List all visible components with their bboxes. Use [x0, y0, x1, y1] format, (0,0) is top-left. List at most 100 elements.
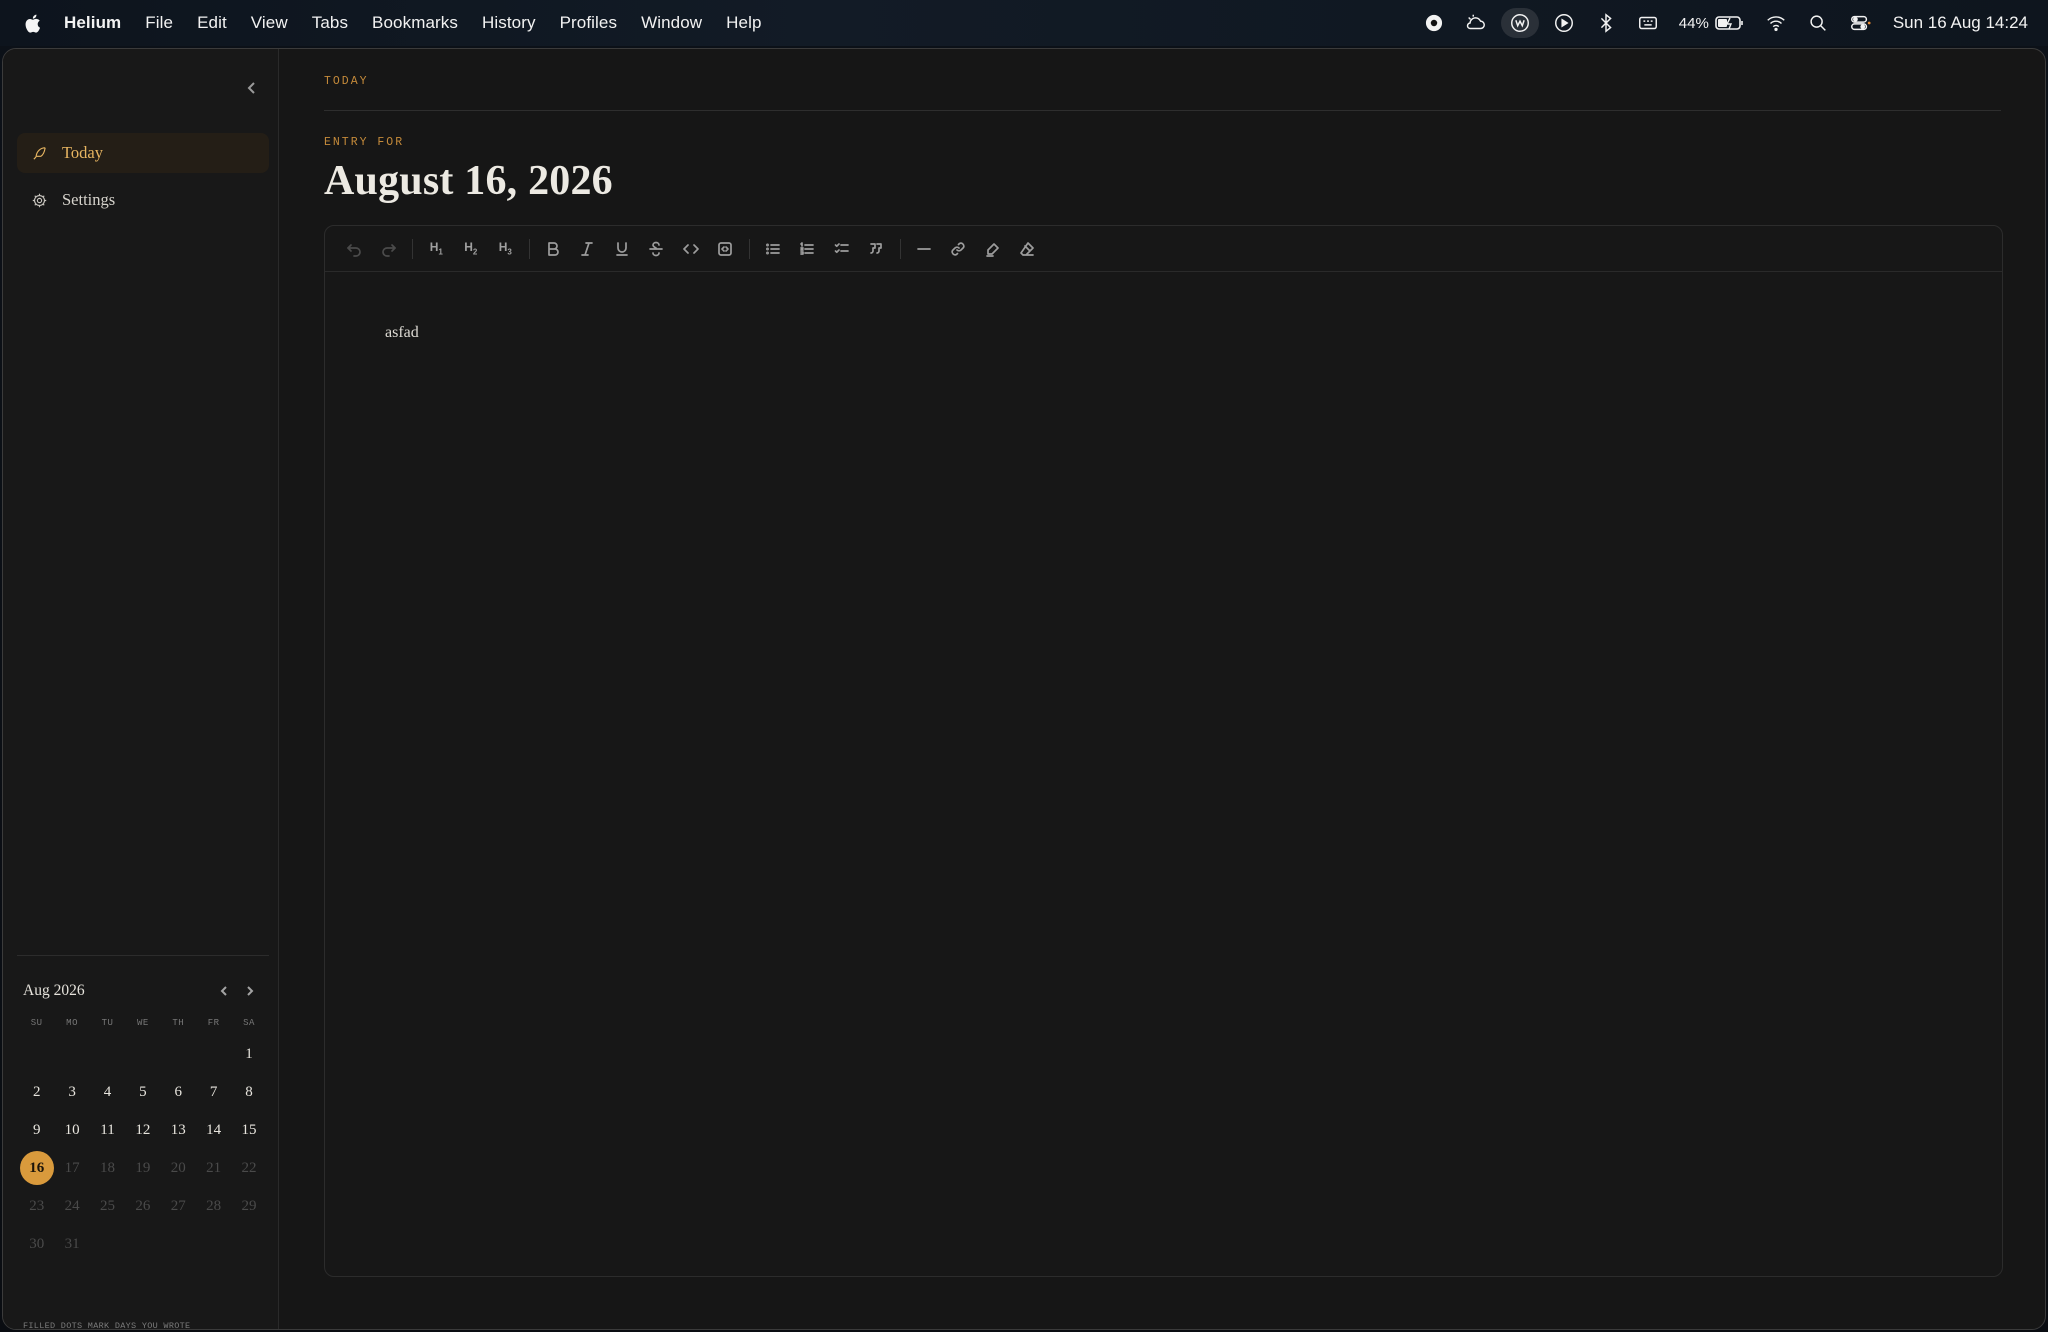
code-icon — [682, 243, 699, 254]
bold-button[interactable] — [536, 232, 571, 266]
calendar-day-selected[interactable]: 16 — [19, 1149, 54, 1187]
calendar-footnote: FILLED DOTS MARK DAYS YOU WROTE — [23, 1321, 191, 1330]
calendar-day[interactable]: 12 — [125, 1111, 160, 1149]
calendar-day[interactable]: 4 — [90, 1073, 125, 1111]
calendar-day: 19 — [135, 1159, 151, 1176]
calendar-day[interactable]: 2 — [19, 1073, 54, 1111]
calendar-day: 26 — [135, 1197, 151, 1214]
code-block-button[interactable] — [708, 232, 743, 266]
undo-icon — [347, 243, 362, 257]
underline-button[interactable] — [605, 232, 640, 266]
menu-view[interactable]: View — [239, 13, 300, 33]
calendar-day[interactable]: 1 — [231, 1035, 266, 1073]
redo-button[interactable] — [372, 232, 407, 266]
h2-icon: H2 — [464, 240, 478, 257]
calendar-empty-cell — [161, 1035, 196, 1073]
calendar-day[interactable]: 15 — [231, 1111, 266, 1149]
calendar-day: 22 — [241, 1159, 257, 1176]
chevron-left-icon — [220, 986, 227, 996]
battery-indicator[interactable]: 44% — [1669, 0, 1755, 46]
calendar-month-label: Aug 2026 — [23, 982, 85, 999]
apple-menu-icon[interactable] — [0, 13, 64, 34]
calendar-day: 31 — [64, 1235, 80, 1252]
calendar-divider — [17, 955, 269, 956]
sidebar-item-settings[interactable]: Settings — [17, 180, 269, 220]
sidebar-item-label: Today — [62, 143, 104, 162]
bold-icon — [547, 241, 559, 256]
calendar-day[interactable]: 14 — [196, 1111, 231, 1149]
calendar-day[interactable]: 7 — [196, 1073, 231, 1111]
calendar-day: 21 — [206, 1159, 222, 1176]
editor-content[interactable]: asfad — [385, 324, 419, 342]
heading-1-button[interactable]: H1 — [419, 232, 454, 266]
feather-icon — [33, 146, 46, 160]
calendar-empty-cell — [19, 1035, 54, 1073]
calendar-weekday: SU — [30, 1018, 43, 1028]
record-icon[interactable] — [1413, 0, 1455, 46]
menu-profiles[interactable]: Profiles — [548, 13, 630, 33]
calendar-day: 25 — [99, 1197, 115, 1214]
toolbar-separator — [748, 238, 750, 259]
menu-app-name[interactable]: Helium — [64, 13, 133, 33]
link-button[interactable] — [941, 232, 976, 266]
calendar-weekday: SA — [243, 1018, 255, 1028]
code-button[interactable] — [674, 232, 709, 266]
wifi-icon[interactable] — [1755, 0, 1797, 46]
menu-edit[interactable]: Edit — [185, 13, 239, 33]
calendar-next-button[interactable] — [237, 979, 263, 1003]
calendar-day[interactable]: 13 — [161, 1111, 196, 1149]
calendar-weekday: TU — [101, 1018, 114, 1028]
ordered-list-button[interactable] — [790, 232, 825, 266]
highlight-icon — [985, 242, 999, 257]
calendar-day[interactable]: 6 — [161, 1073, 196, 1111]
menu-tabs[interactable]: Tabs — [300, 13, 360, 33]
bluetooth-icon[interactable] — [1585, 0, 1627, 46]
w-badge-icon[interactable] — [1500, 8, 1539, 38]
calendar-day[interactable]: 10 — [54, 1111, 89, 1149]
sidebar-item-label: Settings — [62, 190, 116, 209]
control-center-icon[interactable] — [1839, 0, 1881, 46]
blockquote-icon — [870, 242, 883, 254]
highlight-button[interactable] — [976, 232, 1011, 266]
calendar-day: 20 — [170, 1159, 186, 1176]
italic-button[interactable] — [570, 232, 605, 266]
spotlight-search-icon[interactable] — [1797, 0, 1839, 46]
h1-icon: H1 — [429, 240, 443, 257]
calendar-prev-button[interactable] — [211, 979, 237, 1003]
task-list-button[interactable] — [825, 232, 860, 266]
menu-file[interactable]: File — [133, 13, 185, 33]
keyboard-icon[interactable] — [1627, 0, 1669, 46]
bullet-list-button[interactable] — [756, 232, 791, 266]
play-icon[interactable] — [1543, 0, 1585, 46]
underline-icon — [615, 241, 628, 256]
clear-format-button[interactable] — [1010, 232, 1045, 266]
calendar-day[interactable]: 5 — [125, 1073, 160, 1111]
italic-icon — [581, 241, 594, 256]
collapse-sidebar-button[interactable] — [239, 75, 265, 101]
blockquote-button[interactable] — [859, 232, 894, 266]
heading-3-button[interactable]: H3 — [488, 232, 523, 266]
menubar-clock[interactable]: Sun 16 Aug 14:24 — [1881, 13, 2028, 33]
calendar-day[interactable]: 9 — [19, 1111, 54, 1149]
calendar-grid: SU MO TU WE TH FR SA 1 2 3 4 5 6 7 8 9 10 11 12 13 14 15 16 17 1… — [19, 1011, 267, 1263]
app-window: Today Settings Aug 2026 SU MO TU WE TH FR SA 1 2… — [2, 48, 2046, 1330]
sidebar-item-today[interactable]: Today — [17, 133, 269, 173]
menu-history[interactable]: History — [470, 13, 548, 33]
ordered-list-icon — [800, 241, 815, 255]
strikethrough-button[interactable] — [639, 232, 674, 266]
calendar-day: 30 — [29, 1235, 45, 1252]
horizontal-rule-icon — [916, 247, 931, 250]
cloud-weather-icon[interactable] — [1455, 0, 1497, 46]
menu-window[interactable]: Window — [629, 13, 714, 33]
toolbar-separator — [412, 238, 413, 259]
calendar-day: 18 — [99, 1159, 115, 1176]
heading-2-button[interactable]: H2 — [454, 232, 489, 266]
menu-bar: Helium File Edit View Tabs Bookmarks His… — [0, 0, 2048, 46]
calendar-day[interactable]: 3 — [54, 1073, 89, 1111]
menu-bookmarks[interactable]: Bookmarks — [360, 13, 470, 33]
calendar-day[interactable]: 8 — [231, 1073, 266, 1111]
horizontal-rule-button[interactable] — [907, 232, 942, 266]
undo-button[interactable] — [337, 232, 372, 266]
menu-help[interactable]: Help — [714, 13, 773, 33]
calendar-day[interactable]: 11 — [90, 1111, 125, 1149]
